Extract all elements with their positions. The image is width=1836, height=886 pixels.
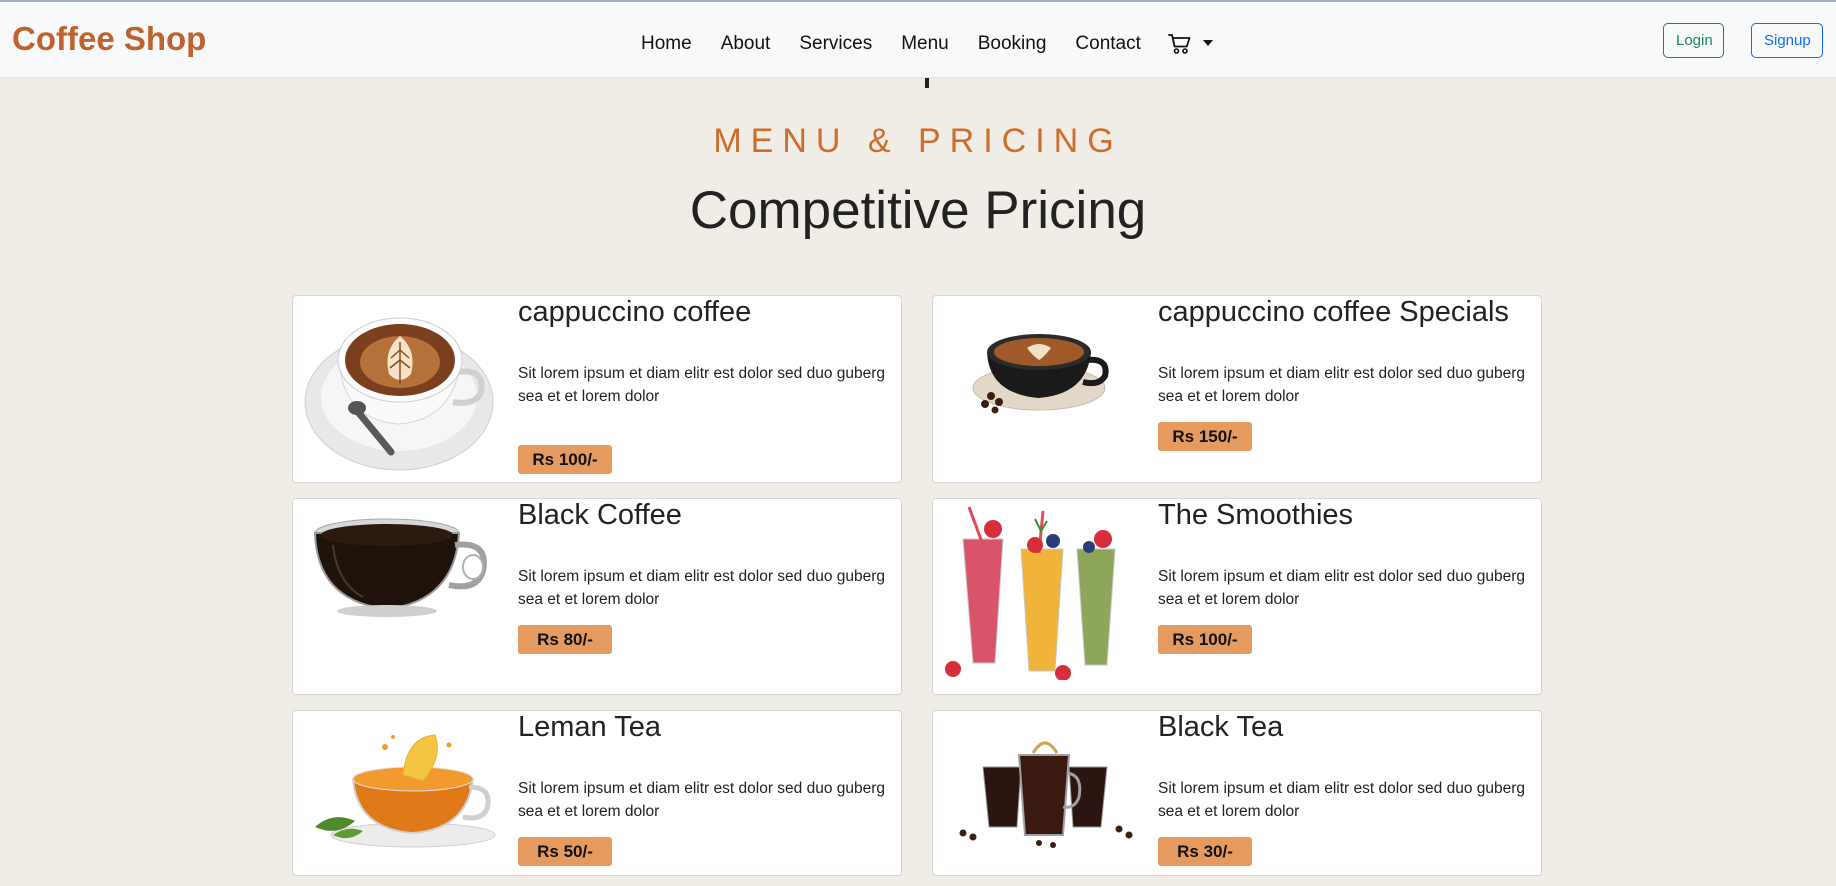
menu-card: cappuccino coffee Specials Sit lorem ips…	[932, 295, 1542, 483]
glass-coffee-cup-image	[313, 518, 487, 617]
black-cappuccino-cup-image	[972, 334, 1109, 414]
nav-link-about[interactable]: About	[721, 33, 771, 55]
brand-logo[interactable]: Coffee Shop	[12, 20, 206, 58]
menu-item-name: cappuccino coffee Specials	[1158, 296, 1509, 328]
menu-card: The Smoothies Sit lorem ipsum et diam el…	[932, 498, 1542, 695]
nav-links: Home About Services Menu Booking Contact	[641, 29, 1213, 59]
section-heading: Competitive Pricing	[689, 181, 1147, 240]
menu-item-name: Leman Tea	[518, 711, 661, 743]
menu-card: cappuccino coffee Sit lorem ipsum et dia…	[292, 295, 902, 483]
black-tea-glasses-image	[959, 741, 1133, 848]
menu-card: Black Coffee Sit lorem ipsum et diam eli…	[292, 498, 902, 695]
menu-item-description: Sit lorem ipsum et diam elitr est dolor …	[1158, 568, 1526, 608]
nav-link-contact[interactable]: Contact	[1075, 33, 1140, 55]
menu-item-description: Sit lorem ipsum et diam elitr est dolor …	[518, 568, 886, 608]
menu-item-name: Black Tea	[1158, 711, 1284, 743]
navbar: Coffee Shop Home About Services Menu Boo…	[0, 2, 1836, 78]
price-badge: Rs 50/-	[518, 837, 612, 866]
nav-link-services[interactable]: Services	[799, 33, 872, 55]
price-badge: Rs 80/-	[518, 625, 612, 654]
menu-item-description: Sit lorem ipsum et diam elitr est dolor …	[518, 365, 886, 405]
clipped-heading-fragment	[925, 78, 929, 88]
price-badge: Rs 30/-	[1158, 837, 1252, 866]
nav-link-booking[interactable]: Booking	[978, 33, 1047, 55]
menu-item-description: Sit lorem ipsum et diam elitr est dolor …	[518, 780, 886, 820]
cappuccino-cup-image	[304, 317, 494, 471]
menu-item-description: Sit lorem ipsum et diam elitr est dolor …	[1158, 365, 1526, 405]
shopping-cart-icon	[1167, 34, 1191, 54]
lemon-tea-cup-image	[315, 734, 496, 848]
login-button[interactable]: Login	[1663, 23, 1724, 58]
signup-button[interactable]: Signup	[1751, 23, 1823, 58]
price-badge: Rs 150/-	[1158, 422, 1252, 451]
menu-item-name: cappuccino coffee	[518, 296, 752, 328]
price-badge: Rs 100/-	[1158, 625, 1252, 654]
menu-item-description: Sit lorem ipsum et diam elitr est dolor …	[1158, 780, 1526, 820]
smoothie-glasses-image	[945, 506, 1116, 680]
menu-item-name: The Smoothies	[1158, 499, 1354, 531]
section-eyebrow: MENU & PRICING	[713, 122, 1123, 160]
nav-link-menu[interactable]: Menu	[901, 33, 949, 55]
cart-dropdown[interactable]	[1167, 33, 1213, 55]
chevron-down-icon	[1202, 40, 1213, 46]
menu-card: Leman Tea Sit lorem ipsum et diam elitr …	[292, 710, 902, 876]
menu-item-name: Black Coffee	[518, 499, 682, 531]
menu-card: Black Tea Sit lorem ipsum et diam elitr …	[932, 710, 1542, 876]
nav-link-home[interactable]: Home	[641, 33, 692, 55]
price-badge: Rs 100/-	[518, 445, 612, 474]
